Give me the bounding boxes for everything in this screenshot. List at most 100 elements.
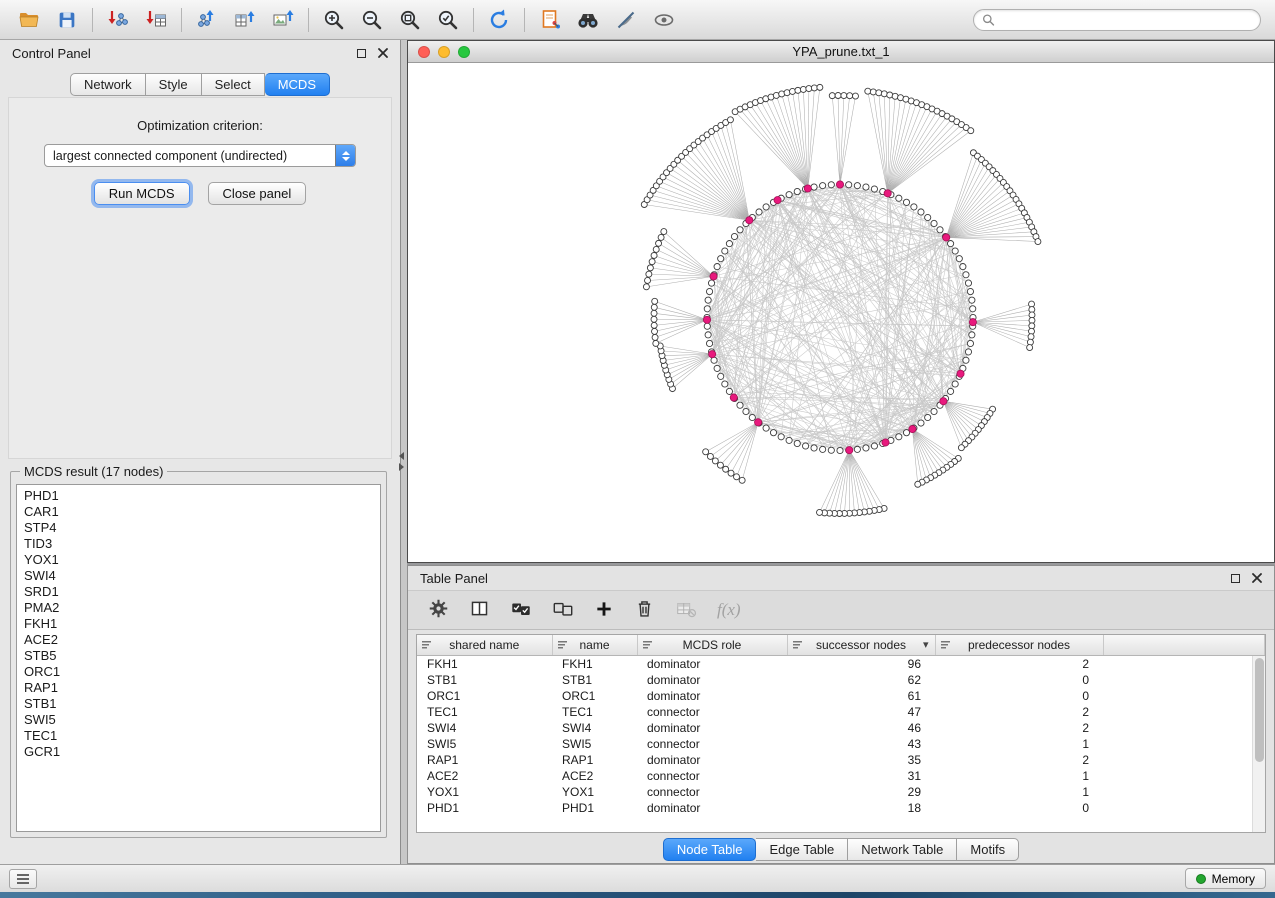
network-node[interactable] bbox=[965, 280, 971, 286]
network-node[interactable] bbox=[969, 297, 975, 303]
mcds-result-item[interactable]: RAP1 bbox=[24, 680, 373, 696]
cell-name[interactable]: FKH1 bbox=[552, 655, 637, 672]
network-node[interactable] bbox=[647, 265, 653, 271]
network-node[interactable] bbox=[645, 277, 651, 283]
network-node[interactable] bbox=[925, 414, 931, 420]
network-node[interactable] bbox=[896, 195, 902, 201]
mcds-result-item[interactable]: PMA2 bbox=[24, 600, 373, 616]
table-row[interactable]: ACE2ACE2connector311 bbox=[417, 768, 1265, 784]
cell-successor-nodes[interactable]: 61 bbox=[787, 688, 935, 704]
column-header-shared-name[interactable]: shared name bbox=[417, 635, 552, 655]
zoom-selected-button[interactable] bbox=[429, 5, 467, 35]
mcds-result-item[interactable]: TEC1 bbox=[24, 728, 373, 744]
cell-name[interactable]: TEC1 bbox=[552, 704, 637, 720]
cell-shared-name[interactable]: STB1 bbox=[417, 672, 552, 688]
mcds-result-item[interactable]: CAR1 bbox=[24, 504, 373, 520]
mcds-result-item[interactable]: PHD1 bbox=[24, 488, 373, 504]
network-node[interactable] bbox=[649, 259, 655, 265]
network-node[interactable] bbox=[652, 328, 658, 334]
delete-column-button[interactable] bbox=[634, 598, 655, 622]
network-node[interactable] bbox=[661, 229, 667, 235]
cell-MCDS-role[interactable]: connector bbox=[637, 784, 787, 800]
table-row[interactable]: FKH1FKH1dominator962 bbox=[417, 655, 1265, 672]
network-node[interactable] bbox=[794, 440, 800, 446]
mcds-result-item[interactable]: STB1 bbox=[24, 696, 373, 712]
mcds-node[interactable] bbox=[909, 425, 916, 432]
show-columns-button[interactable] bbox=[469, 598, 490, 622]
mcds-node[interactable] bbox=[804, 185, 811, 192]
network-node[interactable] bbox=[967, 340, 973, 346]
export-image-button[interactable] bbox=[264, 5, 302, 35]
network-node[interactable] bbox=[1035, 239, 1041, 245]
hide-details-button[interactable] bbox=[607, 5, 645, 35]
network-node[interactable] bbox=[786, 437, 792, 443]
network-node[interactable] bbox=[789, 88, 795, 94]
cell-successor-nodes[interactable]: 18 bbox=[787, 800, 935, 816]
cell-predecessor-nodes[interactable]: 1 bbox=[935, 784, 1103, 800]
network-node[interactable] bbox=[967, 288, 973, 294]
cell-MCDS-role[interactable]: connector bbox=[637, 768, 787, 784]
status-menu-button[interactable] bbox=[9, 869, 37, 889]
cell-shared-name[interactable]: ORC1 bbox=[417, 688, 552, 704]
network-node[interactable] bbox=[918, 420, 924, 426]
network-node[interactable] bbox=[811, 184, 817, 190]
cell-name[interactable]: RAP1 bbox=[552, 752, 637, 768]
column-header-MCDS-role[interactable]: MCDS role bbox=[637, 635, 787, 655]
network-node[interactable] bbox=[811, 445, 817, 451]
network-node[interactable] bbox=[846, 182, 852, 188]
refresh-button[interactable] bbox=[480, 5, 518, 35]
table-row[interactable]: ORC1ORC1dominator610 bbox=[417, 688, 1265, 704]
network-node[interactable] bbox=[835, 93, 841, 99]
column-header-name[interactable]: name bbox=[552, 635, 637, 655]
cell-MCDS-role[interactable]: dominator bbox=[637, 688, 787, 704]
create-column-button[interactable] bbox=[594, 599, 614, 622]
table-settings-button[interactable] bbox=[428, 598, 449, 622]
cell-predecessor-nodes[interactable]: 2 bbox=[935, 752, 1103, 768]
network-node[interactable] bbox=[723, 466, 729, 472]
network-node[interactable] bbox=[915, 481, 921, 487]
network-node[interactable] bbox=[718, 256, 724, 262]
cell-successor-nodes[interactable]: 62 bbox=[787, 672, 935, 688]
tab-mcds[interactable]: MCDS bbox=[265, 73, 330, 96]
network-node[interactable] bbox=[726, 241, 732, 247]
show-details-button[interactable] bbox=[645, 5, 683, 35]
network-node[interactable] bbox=[722, 381, 728, 387]
criterion-dropdown[interactable]: largest connected component (undirected) bbox=[44, 144, 356, 167]
tab-style[interactable]: Style bbox=[146, 73, 202, 96]
network-node[interactable] bbox=[937, 227, 943, 233]
tab-network-table[interactable]: Network Table bbox=[848, 838, 957, 861]
network-node[interactable] bbox=[811, 85, 817, 91]
mcds-result-item[interactable]: YOX1 bbox=[24, 552, 373, 568]
network-node[interactable] bbox=[706, 340, 712, 346]
network-node[interactable] bbox=[960, 264, 966, 270]
cell-shared-name[interactable]: SWI4 bbox=[417, 720, 552, 736]
close-panel-icon[interactable] bbox=[378, 48, 388, 58]
cell-predecessor-nodes[interactable]: 2 bbox=[935, 704, 1103, 720]
mcds-node[interactable] bbox=[846, 447, 853, 454]
network-node[interactable] bbox=[800, 86, 806, 92]
network-node[interactable] bbox=[705, 297, 711, 303]
mcds-node[interactable] bbox=[703, 316, 710, 323]
memory-button[interactable]: Memory bbox=[1185, 868, 1266, 889]
float-panel-button[interactable] bbox=[357, 46, 366, 61]
network-node[interactable] bbox=[707, 453, 713, 459]
splitter-handle[interactable] bbox=[399, 452, 404, 471]
mcds-node[interactable] bbox=[882, 439, 889, 446]
network-node[interactable] bbox=[763, 204, 769, 210]
table-row[interactable]: RAP1RAP1dominator352 bbox=[417, 752, 1265, 768]
table-row[interactable]: SWI5SWI5connector431 bbox=[417, 736, 1265, 752]
network-node[interactable] bbox=[726, 388, 732, 394]
cell-MCDS-role[interactable]: dominator bbox=[637, 672, 787, 688]
network-node[interactable] bbox=[651, 252, 657, 258]
network-node[interactable] bbox=[903, 199, 909, 205]
mcds-result-item[interactable]: FKH1 bbox=[24, 616, 373, 632]
cell-shared-name[interactable]: YOX1 bbox=[417, 784, 552, 800]
network-node[interactable] bbox=[965, 349, 971, 355]
open-file-button[interactable] bbox=[10, 5, 48, 35]
network-node[interactable] bbox=[817, 84, 823, 90]
network-node[interactable] bbox=[734, 474, 740, 480]
network-node[interactable] bbox=[712, 458, 718, 464]
zoom-fit-button[interactable] bbox=[391, 5, 429, 35]
column-header-predecessor-nodes[interactable]: predecessor nodes bbox=[935, 635, 1103, 655]
network-node[interactable] bbox=[794, 188, 800, 194]
